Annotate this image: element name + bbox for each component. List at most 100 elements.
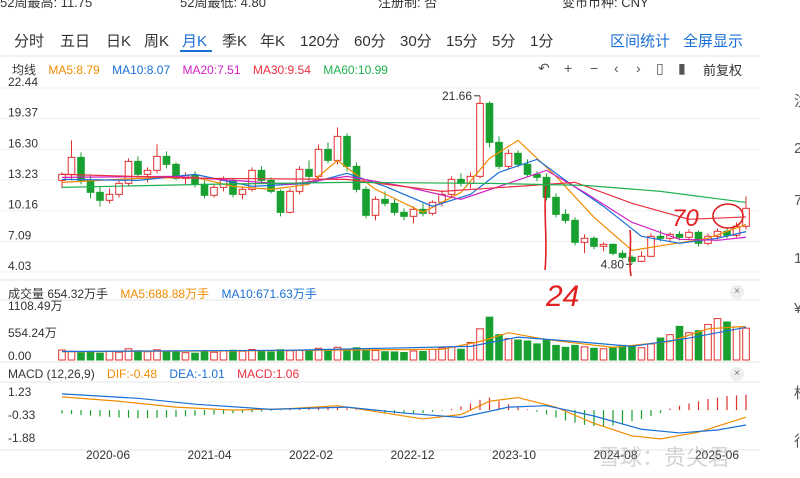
- volume-bar-down: [552, 344, 560, 361]
- right-edge-text: 7: [794, 192, 800, 209]
- volume-bar-up: [67, 350, 76, 361]
- low-price-label: 4.80: [601, 257, 625, 271]
- candle-up: [637, 255, 646, 262]
- volume-bar-down: [542, 339, 551, 361]
- price-tick-label: 10.16: [8, 198, 38, 212]
- volume-bar-up: [685, 332, 693, 361]
- candle-up: [210, 186, 218, 196]
- candle-up: [580, 237, 589, 243]
- volume-tick-label: 554.24万: [8, 326, 57, 340]
- price-tick-label: 22.44: [8, 75, 38, 89]
- candle-down: [324, 148, 332, 161]
- candle-down: [523, 163, 532, 175]
- volume-bar-down: [276, 349, 285, 361]
- right-panel-edge: 注 2 7 1 ¥ 标 行: [786, 0, 800, 478]
- right-edge-text: 1: [794, 250, 800, 267]
- volume-bar-down: [514, 339, 522, 361]
- candle-up: [333, 135, 342, 161]
- candle-down: [134, 160, 142, 175]
- volume-bar-down: [162, 350, 171, 361]
- candle-down: [305, 168, 313, 177]
- volume-bar-up: [713, 318, 722, 361]
- volume-tick-label: 1108.49万: [8, 299, 63, 313]
- candle-up: [409, 208, 418, 217]
- volume-bar-down: [523, 340, 532, 361]
- candle-up: [476, 102, 484, 177]
- volume-bar-up: [210, 351, 218, 361]
- price-tick-label: 4.03: [8, 259, 32, 273]
- volume-bar-up: [124, 348, 133, 361]
- watermark-text: 雪球：贵尖君: [598, 445, 731, 470]
- annotation-circle: [712, 203, 744, 229]
- volume-bar-down: [77, 352, 85, 361]
- volume-bar-down: [191, 352, 199, 361]
- volume-bar-down: [96, 352, 104, 361]
- x-axis-label: 2020-06: [86, 448, 130, 462]
- candle-up: [647, 235, 655, 257]
- dif-line: [61, 396, 747, 440]
- volume-bar-down: [305, 350, 313, 361]
- candle-up: [115, 182, 123, 195]
- candle-down: [200, 183, 209, 196]
- right-edge-text: 标: [794, 382, 800, 403]
- candle-up: [447, 178, 456, 195]
- volume-bar-down: [590, 347, 598, 361]
- annotation-number-top: 70: [672, 205, 699, 232]
- volume-bar-up: [409, 350, 418, 361]
- x-axis-label: 2021-04: [187, 448, 231, 462]
- x-axis-label: 2022-02: [289, 448, 333, 462]
- candle-up: [286, 190, 294, 213]
- price-tick-label: 7.09: [8, 228, 32, 242]
- volume-bar-down: [229, 349, 237, 361]
- candle-down: [561, 213, 570, 221]
- volume-bar-up: [219, 350, 228, 361]
- volume-bar-up: [428, 349, 437, 361]
- macd-tick-label: -1.88: [8, 431, 36, 445]
- candle-up: [599, 243, 608, 247]
- x-axis-label: 2023-10: [492, 448, 536, 462]
- candle-down: [571, 219, 579, 243]
- stock-chart-svg[interactable]: 22.44 19.37 16.30 13.23 10.16 7.09 4.03 21.66 4.…: [0, 0, 786, 478]
- volume-bar-up: [181, 352, 190, 361]
- price-tick-label: 13.23: [8, 167, 38, 181]
- volume-bar-down: [571, 344, 579, 361]
- high-price-label: 21.66: [442, 89, 472, 103]
- right-edge-text: 2: [794, 140, 800, 157]
- ma10-line: [61, 158, 747, 244]
- x-axis-label: 2022-12: [390, 448, 434, 462]
- candle-down: [96, 191, 104, 201]
- volume-bar-up: [580, 346, 589, 361]
- candle-down: [400, 211, 408, 217]
- ma20-line: [61, 169, 747, 241]
- candle-down: [609, 243, 617, 254]
- candle-up: [67, 156, 76, 175]
- volume-bar-down: [172, 351, 180, 361]
- volume-bar-down: [362, 349, 370, 361]
- volume-bar-up: [295, 349, 304, 361]
- ma60-line: [61, 181, 747, 204]
- volume-bar-up: [238, 350, 247, 361]
- volume-tick-label: 0.00: [8, 349, 32, 363]
- price-tick-label: 16.30: [8, 136, 38, 150]
- volume-bar-down: [390, 351, 399, 361]
- candle-down: [552, 196, 560, 215]
- candle-down: [362, 188, 370, 216]
- candle-down: [276, 190, 285, 213]
- volume-bar-up: [637, 347, 646, 361]
- candle-up: [371, 198, 380, 216]
- macd-tick-label: -0.33: [8, 408, 36, 422]
- volume-bar-up: [115, 351, 123, 361]
- right-edge-text: 行: [794, 430, 800, 451]
- candle-down: [162, 155, 171, 165]
- volume-bar-down: [609, 346, 617, 361]
- volume-bar-down: [400, 351, 408, 361]
- candle-up: [295, 168, 304, 192]
- volume-bar-down: [675, 325, 684, 361]
- volume-bar-up: [105, 350, 114, 361]
- candle-down: [485, 102, 494, 143]
- candle-up: [314, 148, 323, 177]
- candle-down: [381, 198, 389, 204]
- annotation-number-left: 24: [545, 280, 579, 313]
- candle-up: [143, 169, 152, 175]
- volume-bar-down: [343, 348, 351, 361]
